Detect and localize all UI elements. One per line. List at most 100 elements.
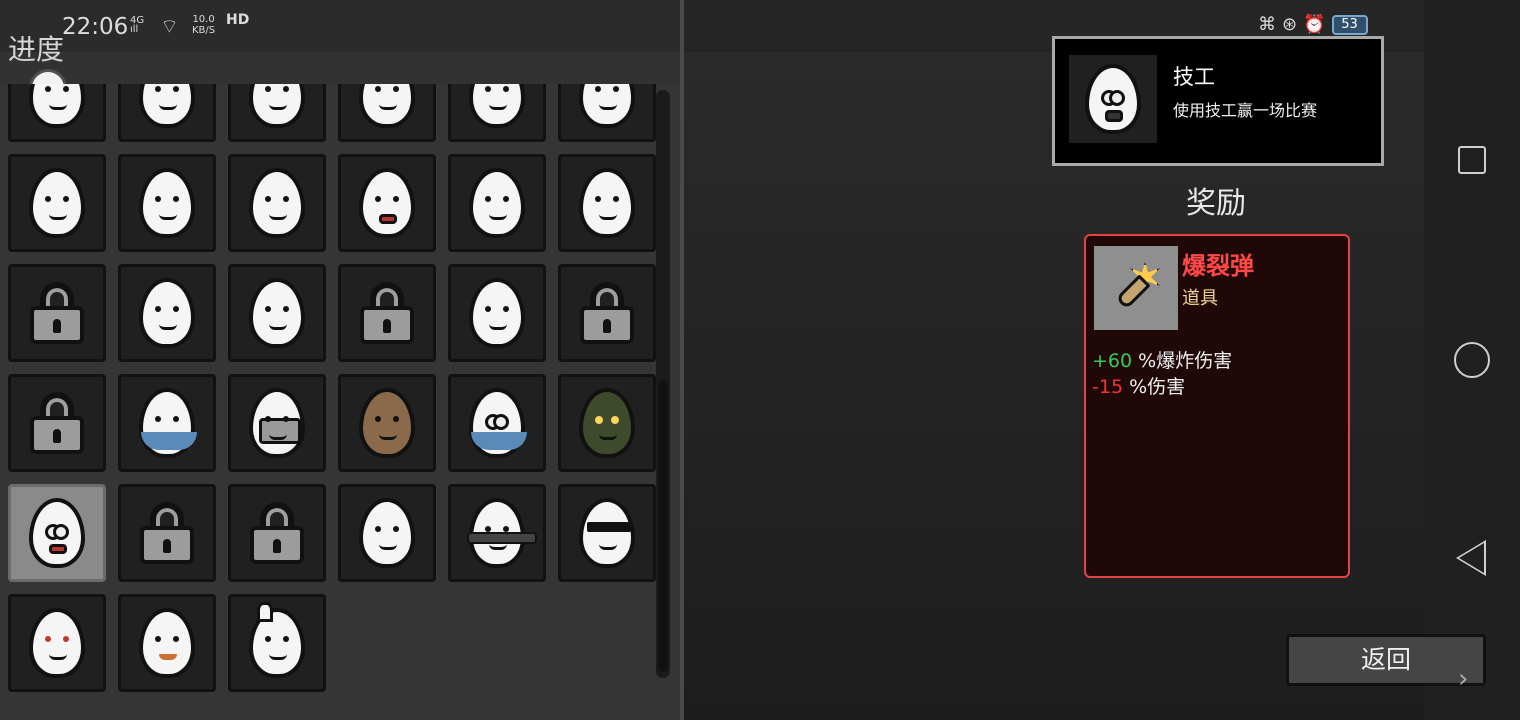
locked-character-cell[interactable]: [228, 484, 326, 582]
character-cell[interactable]: [558, 374, 656, 472]
character-cell[interactable]: [228, 84, 326, 142]
character-cell[interactable]: [8, 594, 106, 692]
character-cell[interactable]: [118, 84, 216, 142]
egg-character-icon: [29, 168, 85, 238]
character-cell[interactable]: [448, 84, 546, 142]
locked-character-cell[interactable]: [338, 264, 436, 362]
character-cell[interactable]: [228, 154, 326, 252]
back-nav-icon[interactable]: [1456, 540, 1486, 576]
egg-character-icon: [139, 84, 195, 128]
stat-value-negative: -15: [1092, 376, 1124, 398]
lock-icon: [360, 282, 414, 344]
egg-character-icon: [139, 608, 195, 678]
character-cell[interactable]: [448, 264, 546, 362]
reward-item-type: 道具: [1182, 288, 1218, 309]
achievement-description: 使用技工赢一场比赛: [1173, 101, 1318, 120]
character-cell[interactable]: [558, 484, 656, 582]
lock-rotation-icon: ⊛: [1282, 14, 1298, 35]
locked-character-cell[interactable]: [118, 484, 216, 582]
character-grid-viewport[interactable]: [0, 84, 660, 694]
character-grid: [8, 84, 656, 692]
exploding-bullet-icon: [1108, 260, 1164, 316]
character-cell[interactable]: [338, 484, 436, 582]
egg-character-icon: [249, 278, 305, 348]
alarm-icon: ⏰: [1303, 14, 1326, 35]
character-cell[interactable]: [338, 374, 436, 472]
locked-character-cell[interactable]: [558, 264, 656, 362]
locked-character-cell[interactable]: [8, 264, 106, 362]
character-cell[interactable]: [448, 154, 546, 252]
reward-icon-frame: [1094, 246, 1178, 330]
home-icon[interactable]: [1454, 342, 1490, 378]
egg-character-icon: [29, 498, 85, 568]
lock-icon: [580, 282, 634, 344]
status-icons: ⌘ ⊛ ⏰ 53: [1258, 14, 1368, 35]
back-button[interactable]: 返回: [1286, 634, 1486, 686]
reward-card: 爆裂弹 道具 +60 %爆炸伤害 -15 %伤害: [1084, 234, 1350, 578]
egg-character-icon: [139, 168, 195, 238]
achievement-icon-frame: [1069, 55, 1157, 143]
recent-apps-icon[interactable]: [1458, 146, 1486, 174]
glasses-egg-icon: [1085, 64, 1141, 134]
egg-character-icon: [579, 84, 635, 128]
character-cell[interactable]: [8, 84, 106, 142]
character-cell[interactable]: [8, 154, 106, 252]
page-title: 进度: [8, 33, 65, 66]
signal-bars-icon: ıll: [130, 24, 139, 35]
wifi-icon: ⌔: [160, 14, 179, 38]
left-header-bar: [0, 52, 682, 84]
reward-stat-damage: -15 %伤害: [1092, 372, 1185, 399]
egg-character-icon: [467, 498, 537, 568]
achievement-card: 技工 使用技工赢一场比赛: [1052, 36, 1384, 166]
hd-badge: HD: [226, 12, 250, 28]
status-time: 22:06: [62, 14, 129, 40]
character-cell[interactable]: [118, 154, 216, 252]
egg-character-icon: [469, 168, 525, 238]
egg-character-icon: [359, 84, 415, 128]
stat-value-positive: +60: [1092, 350, 1133, 372]
character-cell[interactable]: [558, 84, 656, 142]
egg-character-icon: [139, 278, 195, 348]
character-cell[interactable]: [228, 374, 326, 472]
reward-item-name: 爆裂弹: [1182, 252, 1254, 280]
egg-character-icon: [579, 498, 635, 568]
egg-character-icon: [249, 388, 305, 458]
stat-label: %伤害: [1123, 376, 1186, 398]
gamepad-icon: ⌘: [1258, 14, 1276, 35]
character-cell[interactable]: [118, 594, 216, 692]
reward-stat-explosion: +60 %爆炸伤害: [1092, 346, 1232, 373]
egg-character-icon: [579, 388, 635, 458]
egg-character-icon: [249, 84, 305, 128]
egg-character-icon: [139, 388, 197, 458]
lock-icon: [250, 502, 304, 564]
achievement-name: 技工: [1173, 65, 1215, 89]
character-cell[interactable]: [338, 84, 436, 142]
character-cell[interactable]: [118, 374, 216, 472]
egg-character-icon: [469, 84, 525, 128]
stat-label: %爆炸伤害: [1132, 350, 1233, 372]
scrollbar-track[interactable]: [656, 90, 670, 678]
egg-character-icon: [29, 84, 85, 128]
egg-character-icon: [359, 168, 415, 238]
chevron-right-icon: ›: [1458, 664, 1469, 694]
character-cell[interactable]: [8, 484, 106, 582]
battery-icon: 53: [1331, 14, 1368, 35]
egg-character-icon: [469, 278, 525, 348]
character-cell[interactable]: [228, 264, 326, 362]
egg-character-icon: [579, 168, 635, 238]
character-cell[interactable]: [338, 154, 436, 252]
network-speed: 10.0 KB/S: [192, 14, 215, 36]
character-cell[interactable]: [558, 154, 656, 252]
locked-character-cell[interactable]: [8, 374, 106, 472]
lock-icon: [30, 282, 84, 344]
scrollbar-thumb[interactable]: [658, 380, 668, 672]
egg-character-icon: [249, 168, 305, 238]
character-cell[interactable]: [448, 484, 546, 582]
character-cell[interactable]: [228, 594, 326, 692]
character-cell[interactable]: [118, 264, 216, 362]
lock-icon: [30, 392, 84, 454]
egg-character-icon: [359, 388, 415, 458]
character-cell[interactable]: [448, 374, 546, 472]
egg-character-icon: [469, 388, 527, 458]
egg-character-icon: [359, 498, 415, 568]
